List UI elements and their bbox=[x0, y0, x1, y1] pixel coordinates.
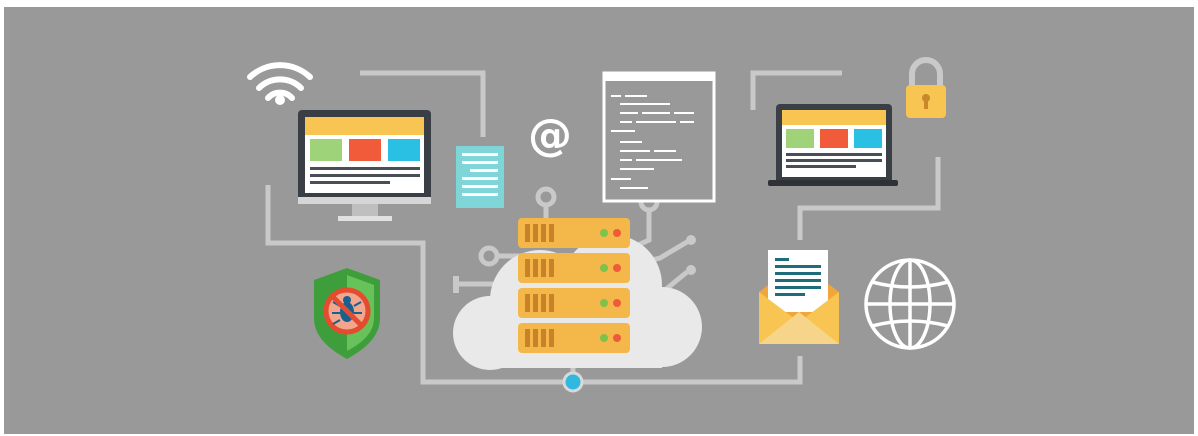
envelope-letter-icon bbox=[759, 250, 839, 344]
globe-icon bbox=[864, 258, 956, 350]
server-unit bbox=[518, 323, 630, 353]
connector-node bbox=[686, 235, 696, 245]
connector-node bbox=[686, 265, 696, 275]
laptop-icon bbox=[768, 104, 898, 186]
server-unit bbox=[518, 253, 630, 283]
code-window-icon bbox=[602, 71, 716, 203]
server-unit bbox=[518, 288, 630, 318]
connector-node bbox=[453, 276, 459, 293]
hub-node bbox=[562, 371, 584, 393]
at-sign-icon: @ bbox=[528, 110, 572, 161]
document-icon bbox=[456, 146, 504, 208]
server-unit bbox=[518, 218, 630, 248]
cloud-network-illustration: @ bbox=[0, 0, 1198, 436]
